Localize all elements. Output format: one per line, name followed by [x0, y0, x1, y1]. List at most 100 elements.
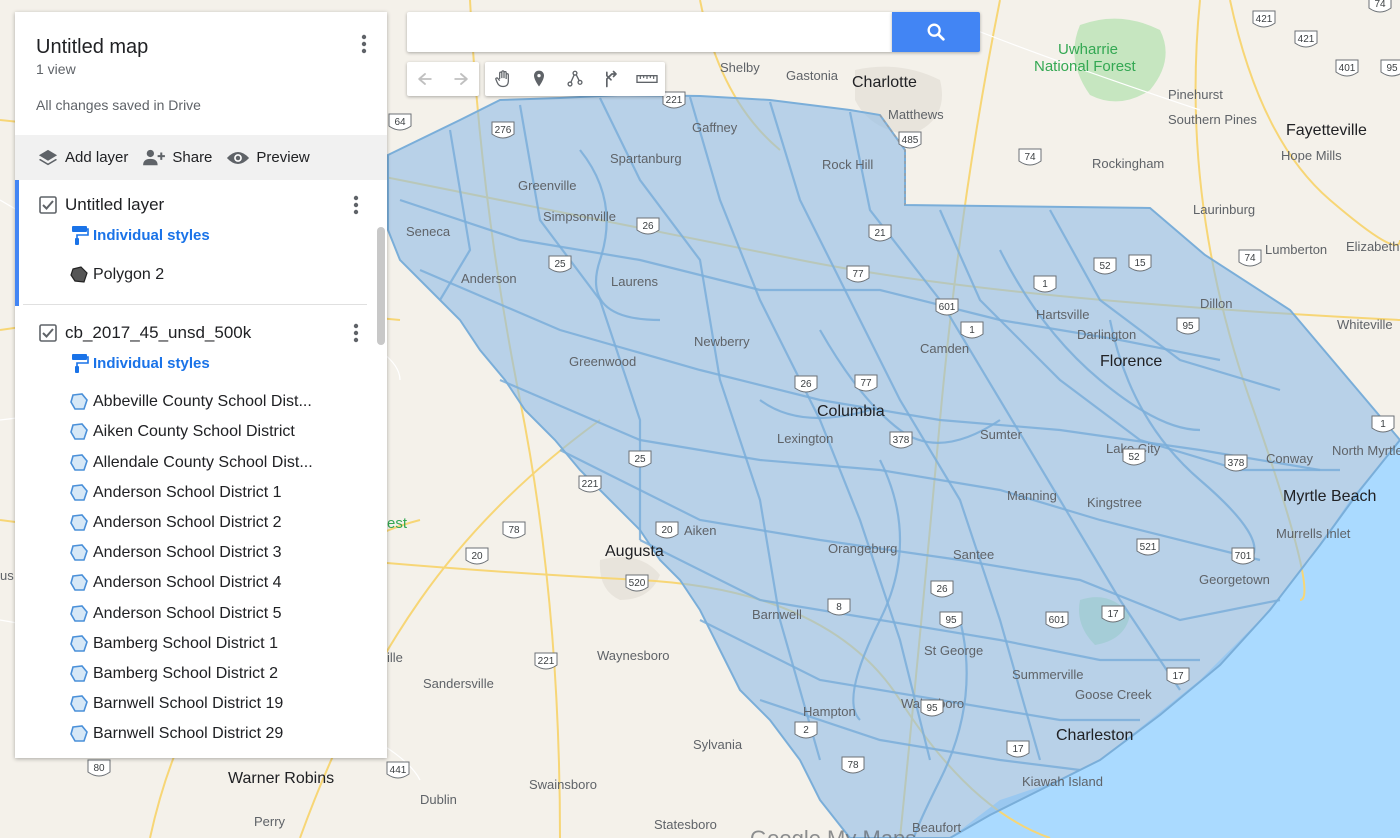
- undo-icon: [418, 73, 432, 85]
- layers-icon: [38, 149, 58, 165]
- polygon-outline-icon: [70, 725, 88, 743]
- layer-header[interactable]: cb_2017_45_unsd_500k: [15, 318, 387, 348]
- layer-style-label: Individual styles: [93, 354, 210, 372]
- layer-options-button[interactable]: [344, 321, 368, 345]
- map-title[interactable]: Untitled map: [36, 36, 148, 59]
- more-vert-icon: [361, 34, 367, 54]
- polygon-outline-icon: [70, 544, 88, 562]
- feature-item[interactable]: Barnwell School District 19: [15, 689, 387, 719]
- feature-label: Bamberg School District 2: [93, 664, 278, 682]
- measure-button[interactable]: [629, 62, 665, 96]
- polygon-outline-icon: [70, 634, 88, 652]
- add-person-icon: [143, 149, 166, 165]
- feature-label: Anderson School District 2: [93, 514, 282, 532]
- marker-icon: [534, 70, 544, 87]
- more-vert-icon: [353, 195, 359, 215]
- feature-label: Anderson School District 1: [93, 483, 282, 501]
- undo-button[interactable]: [407, 62, 443, 96]
- polygon-outline-icon: [70, 604, 88, 622]
- polygon-outline-icon: [70, 574, 88, 592]
- paint-roller-icon: [72, 226, 89, 245]
- search-bar: [407, 12, 892, 52]
- layer-header[interactable]: Untitled layer: [15, 190, 387, 220]
- paint-roller-icon: [72, 354, 89, 374]
- feature-item[interactable]: Anderson School District 1: [15, 478, 387, 508]
- add-layer-label: Add layer: [65, 149, 129, 166]
- select-button[interactable]: [485, 62, 521, 96]
- polygon-outline-icon: [70, 484, 88, 501]
- search-button[interactable]: [892, 12, 980, 52]
- map-toolbar: [407, 62, 665, 96]
- redo-button[interactable]: [443, 62, 479, 96]
- layer-options-button[interactable]: [344, 193, 368, 217]
- feature-list: Abbeville County School Dist... Aiken Cou…: [15, 387, 387, 749]
- layer-name[interactable]: cb_2017_45_unsd_500k: [65, 323, 251, 343]
- draw-line-button[interactable]: [557, 62, 593, 96]
- layer-untitled: Untitled layer Individual styles Polygon…: [15, 180, 387, 306]
- directions-button[interactable]: [593, 62, 629, 96]
- add-marker-button[interactable]: [521, 62, 557, 96]
- directions-icon: [606, 70, 617, 88]
- more-vert-icon: [353, 323, 359, 343]
- undo-redo-group: [407, 62, 479, 96]
- checkbox-checked-icon: [39, 324, 57, 342]
- feature-item[interactable]: Barnwell School District 29: [15, 719, 387, 749]
- feature-item[interactable]: Abbeville County School Dist...: [15, 387, 387, 417]
- polygon-outline-icon: [70, 665, 88, 682]
- feature-label: Anderson School District 3: [93, 544, 282, 562]
- map-options-button[interactable]: [352, 32, 376, 56]
- feature-item[interactable]: Anderson School District 4: [15, 568, 387, 598]
- feature-item[interactable]: Allendale County School Dist...: [15, 448, 387, 478]
- feature-label: Bamberg School District 1: [93, 634, 278, 652]
- layer-list: Untitled layer Individual styles Polygon…: [15, 180, 387, 758]
- tools-group: [485, 62, 665, 96]
- layer-visibility-checkbox[interactable]: [39, 196, 57, 214]
- layer-style-link[interactable]: Individual styles: [15, 220, 387, 250]
- share-button[interactable]: Share: [142, 148, 212, 168]
- draw-line-icon: [567, 70, 583, 87]
- feature-label: Polygon 2: [93, 266, 165, 284]
- search-input[interactable]: [419, 12, 883, 52]
- preview-label: Preview: [256, 149, 310, 166]
- polygon-outline-icon: [70, 695, 88, 712]
- view-count: 1 view: [36, 61, 76, 77]
- feature-label: Anderson School District 4: [93, 574, 282, 592]
- layer-style-link[interactable]: Individual styles: [15, 348, 387, 378]
- feature-label: Abbeville County School Dist...: [93, 393, 312, 411]
- polygon-icon: [70, 266, 88, 283]
- feature-label: Anderson School District 5: [93, 604, 282, 622]
- panel-actions: Add layer Share Preview: [15, 135, 387, 180]
- search-icon: [927, 23, 945, 41]
- feature-item[interactable]: Aiken County School District: [15, 417, 387, 447]
- preview-button[interactable]: Preview: [226, 149, 310, 167]
- layer-visibility-checkbox[interactable]: [39, 324, 57, 342]
- panel-scrollbar[interactable]: [377, 227, 385, 345]
- polygon-outline-icon: [70, 514, 88, 531]
- polygon-outline-icon: [70, 453, 88, 471]
- hand-icon: [495, 70, 509, 88]
- save-status: All changes saved in Drive: [36, 97, 201, 113]
- feature-label: Barnwell School District 19: [93, 695, 284, 713]
- feature-item[interactable]: Anderson School District 5: [15, 599, 387, 629]
- feature-item[interactable]: Polygon 2: [15, 260, 387, 290]
- feature-label: Barnwell School District 29: [93, 725, 284, 743]
- polygon-outline-icon: [70, 423, 88, 441]
- redo-icon: [454, 73, 468, 85]
- layer-cb-2017: cb_2017_45_unsd_500k Individual styles A…: [15, 305, 387, 749]
- add-layer-button[interactable]: Add layer: [37, 148, 128, 168]
- panel-header: Untitled map 1 view All changes saved in…: [15, 12, 387, 135]
- feature-item[interactable]: Anderson School District 2: [15, 508, 387, 538]
- feature-item[interactable]: Anderson School District 3: [15, 538, 387, 568]
- ruler-icon: [636, 75, 658, 83]
- layer-name[interactable]: Untitled layer: [65, 195, 164, 215]
- eye-icon: [227, 151, 250, 164]
- layer-style-label: Individual styles: [93, 226, 210, 244]
- feature-label: Allendale County School Dist...: [93, 453, 313, 471]
- checkbox-checked-icon: [39, 196, 57, 214]
- share-label: Share: [172, 149, 213, 166]
- map-panel: Untitled map 1 view All changes saved in…: [15, 12, 387, 758]
- feature-item[interactable]: Bamberg School District 1: [15, 629, 387, 659]
- feature-label: Aiken County School District: [93, 423, 295, 441]
- polygon-outline-icon: [70, 393, 88, 411]
- feature-item[interactable]: Bamberg School District 2: [15, 659, 387, 689]
